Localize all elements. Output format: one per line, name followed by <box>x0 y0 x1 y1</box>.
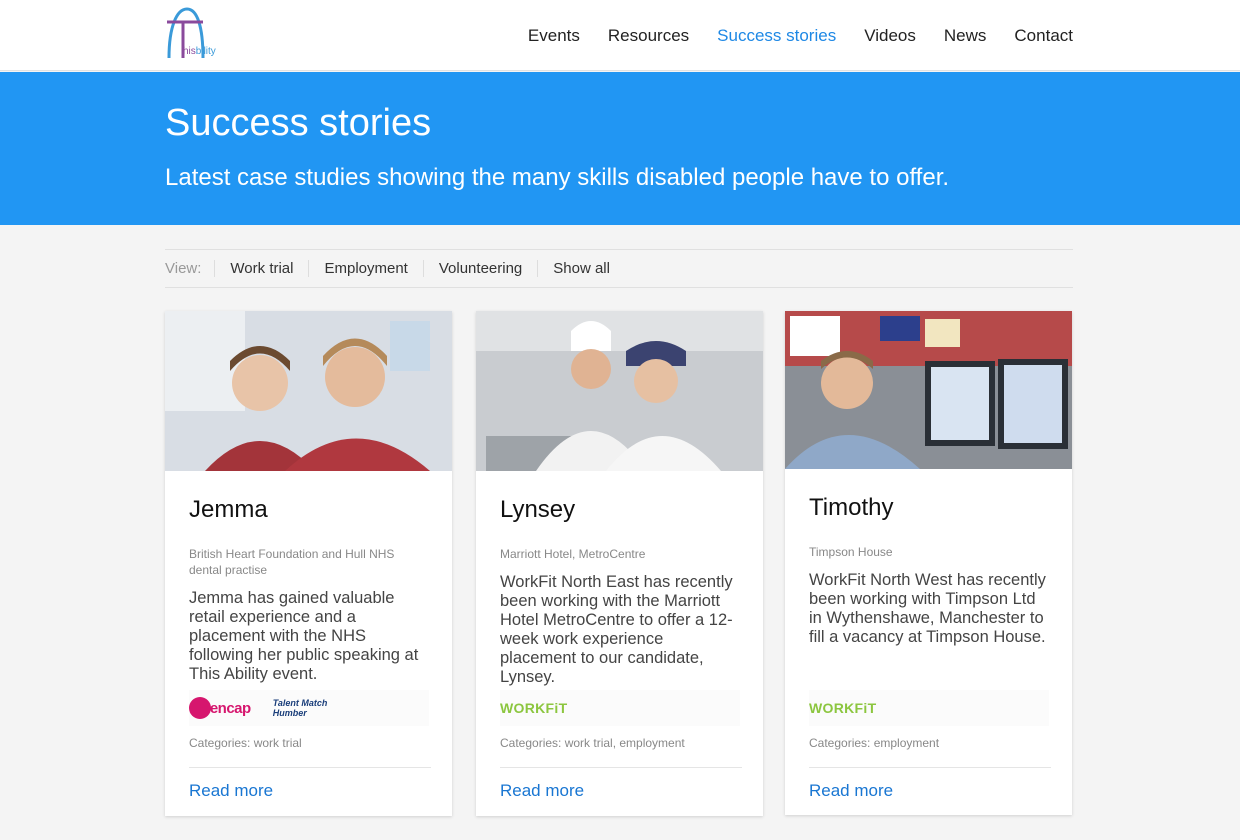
filter-label: View: <box>165 260 216 277</box>
card-title[interactable]: Timothy <box>809 494 1048 522</box>
card-title[interactable]: Jemma <box>189 496 428 524</box>
logo-wordmark: hisbility <box>183 46 216 57</box>
card-description: Jemma has gained valuable retail experie… <box>189 589 419 683</box>
mencap-logo: mencap <box>189 697 251 719</box>
timothy-photo[interactable] <box>785 311 1072 469</box>
read-more-link[interactable]: Read more <box>809 781 893 801</box>
story-card-timothy[interactable]: Timothy Timpson House WorkFit North West… <box>785 311 1072 815</box>
lynsey-photo[interactable] <box>476 311 763 471</box>
partner-logos: WORKFiT <box>809 690 1049 726</box>
talent-match-logo: Talent Match Humber <box>272 698 328 718</box>
read-more-link[interactable]: Read more <box>500 781 584 801</box>
card-organization: Timpson House <box>809 545 893 559</box>
workfit-logo: WORKFiT <box>809 700 877 716</box>
card-divider <box>500 767 742 768</box>
card-organization: British Heart Foundation and Hull NHS de… <box>189 547 395 577</box>
nav-success-stories[interactable]: Success stories <box>717 26 836 46</box>
card-categories: Categories: employment <box>809 736 940 750</box>
card-title[interactable]: Lynsey <box>500 496 739 524</box>
story-card-lynsey[interactable]: Lynsey Marriott Hotel, MetroCentre WorkF… <box>476 311 763 816</box>
card-categories: Categories: work trial <box>189 736 302 750</box>
card-description: WorkFit North West has recently been wor… <box>809 571 1046 646</box>
jemma-photo[interactable] <box>165 311 452 471</box>
filter-work-trial[interactable]: Work trial <box>215 260 310 277</box>
card-categories: Categories: work trial, employment <box>500 736 685 750</box>
nav-resources[interactable]: Resources <box>608 26 689 46</box>
card-divider <box>189 767 431 768</box>
view-filter: View: Work trial Employment Volunteering… <box>165 249 1073 288</box>
nav-news[interactable]: News <box>944 26 987 46</box>
nav-videos[interactable]: Videos <box>864 26 916 46</box>
site-header: hisbility Events Resources Success stori… <box>0 0 1240 71</box>
card-description: WorkFit North East has recently been wor… <box>500 573 733 686</box>
partner-logos: mencap Talent Match Humber <box>189 690 429 726</box>
story-card-jemma[interactable]: Jemma British Heart Foundation and Hull … <box>165 311 452 816</box>
nav-contact[interactable]: Contact <box>1014 26 1073 46</box>
filter-volunteering[interactable]: Volunteering <box>424 260 539 277</box>
nav-events[interactable]: Events <box>528 26 580 46</box>
read-more-link[interactable]: Read more <box>189 781 273 801</box>
workfit-logo: WORKFiT <box>500 700 568 716</box>
hero-banner: Success stories Latest case studies show… <box>0 72 1240 225</box>
card-divider <box>809 767 1051 768</box>
card-organization: Marriott Hotel, MetroCentre <box>500 547 646 561</box>
main-nav: Events Resources Success stories Videos … <box>500 26 1073 46</box>
page-title: Success stories <box>165 102 432 144</box>
partner-logos: WORKFiT <box>500 690 740 726</box>
filter-show-all[interactable]: Show all <box>538 260 625 277</box>
filter-employment[interactable]: Employment <box>309 260 424 277</box>
page-subtitle: Latest case studies showing the many ski… <box>165 164 950 191</box>
